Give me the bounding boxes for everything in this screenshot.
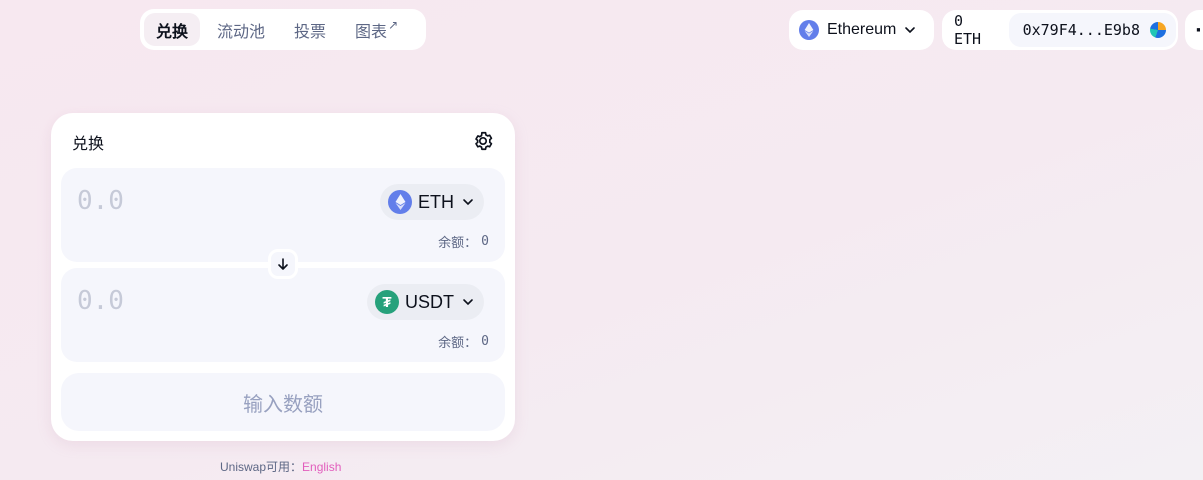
network-selector-button[interactable]: Ethereum	[789, 10, 934, 50]
language-footer: Uniswap可用：English	[220, 458, 341, 475]
ethereum-icon	[388, 190, 412, 214]
balance-value: 0	[481, 234, 489, 249]
english-language-link[interactable]: English	[302, 460, 341, 474]
avatar	[1150, 22, 1166, 38]
tab-pool[interactable]: 流动池	[205, 13, 277, 46]
account-address-button[interactable]: 0x79F4...E9b8	[1008, 13, 1176, 47]
more-menu-button[interactable]: ··	[1185, 10, 1203, 50]
tab-swap-label: 兑换	[156, 21, 189, 41]
chevron-down-icon	[463, 299, 473, 306]
tab-vote-label: 投票	[294, 21, 327, 41]
gear-icon[interactable]	[472, 130, 494, 152]
output-amount-field[interactable]	[77, 286, 277, 316]
tab-charts-label: 图表	[355, 21, 388, 41]
swap-title: 兑换	[72, 134, 105, 153]
input-token-panel: ETH 余额： 0	[61, 168, 505, 262]
external-link-icon: ↗	[388, 17, 399, 32]
tab-vote[interactable]: 投票	[282, 13, 338, 46]
tab-pool-label: 流动池	[217, 21, 266, 41]
output-token-label: USDT	[405, 291, 454, 312]
account-balance: 0 ETH	[954, 12, 982, 48]
tab-charts[interactable]: 图表 ↗	[343, 13, 410, 46]
balance-label: 余额：	[438, 236, 478, 251]
enter-amount-button[interactable]: 输入数额	[61, 373, 505, 431]
language-footer-text: Uniswap可用：	[220, 460, 303, 474]
switch-direction-button[interactable]	[268, 249, 298, 279]
balance-label: 余额：	[438, 336, 478, 351]
input-token-selector[interactable]: ETH	[380, 184, 484, 220]
chevron-down-icon	[463, 199, 473, 206]
network-label: Ethereum	[827, 21, 897, 38]
nav-tabs: 兑换 流动池 投票 图表 ↗	[140, 9, 426, 50]
more-icon: ··	[1195, 19, 1203, 41]
tether-icon: ₮	[375, 290, 399, 314]
tab-swap[interactable]: 兑换	[144, 13, 201, 46]
chevron-down-icon	[905, 27, 916, 34]
input-token-label: ETH	[418, 191, 454, 212]
balance-value: 0	[481, 334, 489, 349]
arrow-down-icon	[278, 258, 288, 270]
output-token-selector[interactable]: ₮ USDT	[367, 284, 484, 320]
ethereum-icon	[799, 20, 819, 40]
account-address: 0x79F4...E9b8	[1022, 21, 1140, 39]
output-balance: 余额： 0	[438, 332, 489, 351]
account-box: 0 ETH 0x79F4...E9b8	[942, 10, 1178, 50]
output-token-panel: ₮ USDT 余额： 0	[61, 268, 505, 362]
input-balance: 余额： 0	[438, 232, 489, 251]
input-amount-field[interactable]	[77, 186, 277, 216]
swap-card: 兑换 ETH 余额： 0 ₮ USDT 余额： 0	[51, 113, 515, 441]
